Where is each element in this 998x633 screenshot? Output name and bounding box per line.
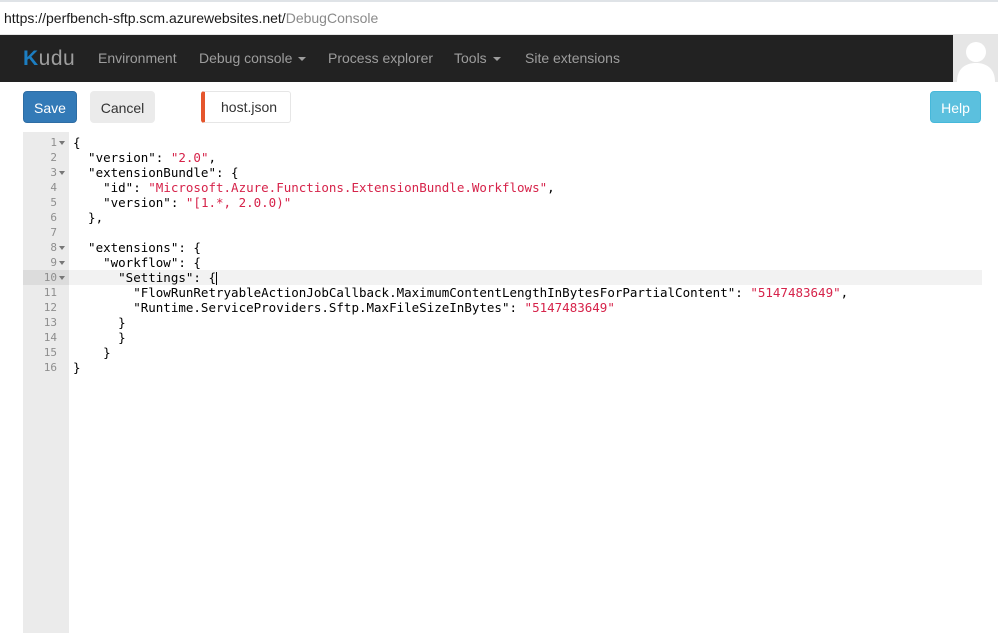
code-string-token: "2.0" [170, 150, 209, 165]
code-line[interactable]: "Settings": { [73, 270, 217, 285]
code-token: "FlowRunRetryableActionJobCallback.Maxim… [73, 285, 751, 300]
line-number: 2 [50, 151, 57, 164]
nav-tools[interactable]: Tools [454, 50, 501, 66]
avatar[interactable] [953, 35, 998, 82]
line-number: 6 [50, 211, 57, 224]
code-token: "workflow": { [73, 255, 201, 270]
nav-process-explorer-label: Process explorer [328, 50, 434, 66]
code-line[interactable]: }, [73, 210, 103, 225]
code-string-token: "5147483649" [750, 285, 841, 300]
save-button[interactable]: Save [23, 91, 77, 123]
line-number-gutter: 1 2 3 4 5 6 7 8 9 10 11 12 13 14 15 16 [23, 132, 69, 633]
file-name-tab[interactable]: host.json [201, 91, 291, 123]
line-number: 12 [43, 301, 57, 314]
code-line[interactable]: "Runtime.ServiceProviders.Sftp.MaxFileSi… [73, 300, 615, 315]
code-token: }, [73, 210, 104, 225]
code-token: "id": [73, 180, 149, 195]
fold-toggle-icon[interactable] [59, 261, 65, 265]
url-path: DebugConsole [285, 10, 379, 26]
line-number: 13 [43, 316, 57, 329]
nav-tools-label: Tools [454, 50, 487, 66]
code-line[interactable]: } [73, 315, 126, 330]
line-number: 9 [50, 256, 57, 269]
code-token: "extensionBundle": { [73, 165, 239, 180]
nav-debug-console[interactable]: Debug console [199, 50, 307, 66]
code-token: "version": [73, 150, 171, 165]
top-navbar: Kudu Environment Debug console Process e… [0, 35, 998, 82]
line-number: 1 [50, 136, 57, 149]
kudu-logo-mark: K [23, 47, 39, 70]
code-token: { [73, 135, 81, 150]
code-token: "extensions": { [73, 240, 201, 255]
line-number: 10 [43, 271, 57, 284]
browser-address-bar[interactable]: https://perfbench-sftp.scm.azurewebsites… [0, 0, 998, 35]
nav-debug-console-label: Debug console [199, 50, 293, 66]
fold-toggle-icon[interactable] [59, 141, 65, 145]
line-number: 5 [50, 196, 57, 209]
line-number: 11 [43, 286, 57, 299]
help-button[interactable]: Help [930, 91, 981, 123]
code-string-token: "Microsoft.Azure.Functions.ExtensionBund… [148, 180, 548, 195]
code-token: } [73, 345, 111, 360]
nav-environment-label: Environment [98, 50, 177, 66]
url-host: https://perfbench-sftp.scm.azurewebsites… [4, 10, 286, 26]
code-line[interactable]: "id": "Microsoft.Azure.Functions.Extensi… [73, 180, 555, 195]
fold-toggle-icon[interactable] [59, 246, 65, 250]
code-token: "Settings": { [73, 270, 216, 285]
code-line[interactable]: "extensions": { [73, 240, 201, 255]
nav-site-extensions-label: Site extensions [525, 50, 620, 66]
line-number: 15 [43, 346, 57, 359]
line-number: 3 [50, 166, 57, 179]
code-line[interactable]: "version": "2.0", [73, 150, 216, 165]
code-string-token: "5147483649" [524, 300, 615, 315]
chevron-down-icon [298, 57, 307, 62]
code-token: "Runtime.ServiceProviders.Sftp.MaxFileSi… [73, 300, 525, 315]
line-number: 16 [43, 361, 57, 374]
text-cursor [216, 272, 217, 285]
kudu-logo[interactable]: Kudu [23, 47, 75, 71]
line-number: 8 [50, 241, 57, 254]
fold-toggle-icon[interactable] [59, 276, 65, 280]
user-icon [957, 42, 995, 82]
kudu-logo-text: udu [38, 47, 76, 70]
code-line[interactable]: "extensionBundle": { [73, 165, 239, 180]
code-token: , [547, 180, 555, 195]
code-token: , [840, 285, 849, 300]
code-line[interactable]: { [73, 135, 81, 150]
code-line[interactable]: } [73, 330, 126, 345]
url-text[interactable]: https://perfbench-sftp.scm.azurewebsites… [4, 10, 378, 26]
line-number: 14 [43, 331, 57, 344]
chevron-down-icon [492, 57, 501, 62]
code-line[interactable]: "version": "[1.*, 2.0.0)" [73, 195, 291, 210]
nav-environment[interactable]: Environment [98, 50, 177, 66]
code-editor[interactable]: 1 2 3 4 5 6 7 8 9 10 11 12 13 14 15 16 { "version": "2.… [23, 132, 982, 633]
code-line[interactable]: } [73, 360, 81, 375]
code-token: , [208, 150, 217, 165]
fold-toggle-icon[interactable] [59, 171, 65, 175]
nav-process-explorer[interactable]: Process explorer [328, 50, 433, 66]
line-number: 7 [50, 226, 57, 239]
code-token: } [73, 315, 126, 330]
code-token: } [73, 330, 126, 345]
line-number: 4 [50, 181, 57, 194]
code-token: "version": [73, 195, 186, 210]
code-token: } [73, 360, 81, 375]
cancel-button[interactable]: Cancel [90, 91, 155, 123]
code-string-token: "[1.*, 2.0.0)" [185, 195, 292, 210]
code-line[interactable]: } [73, 345, 111, 360]
nav-site-extensions[interactable]: Site extensions [525, 50, 620, 66]
code-line[interactable]: "workflow": { [73, 255, 201, 270]
code-line[interactable]: "FlowRunRetryableActionJobCallback.Maxim… [73, 285, 848, 300]
